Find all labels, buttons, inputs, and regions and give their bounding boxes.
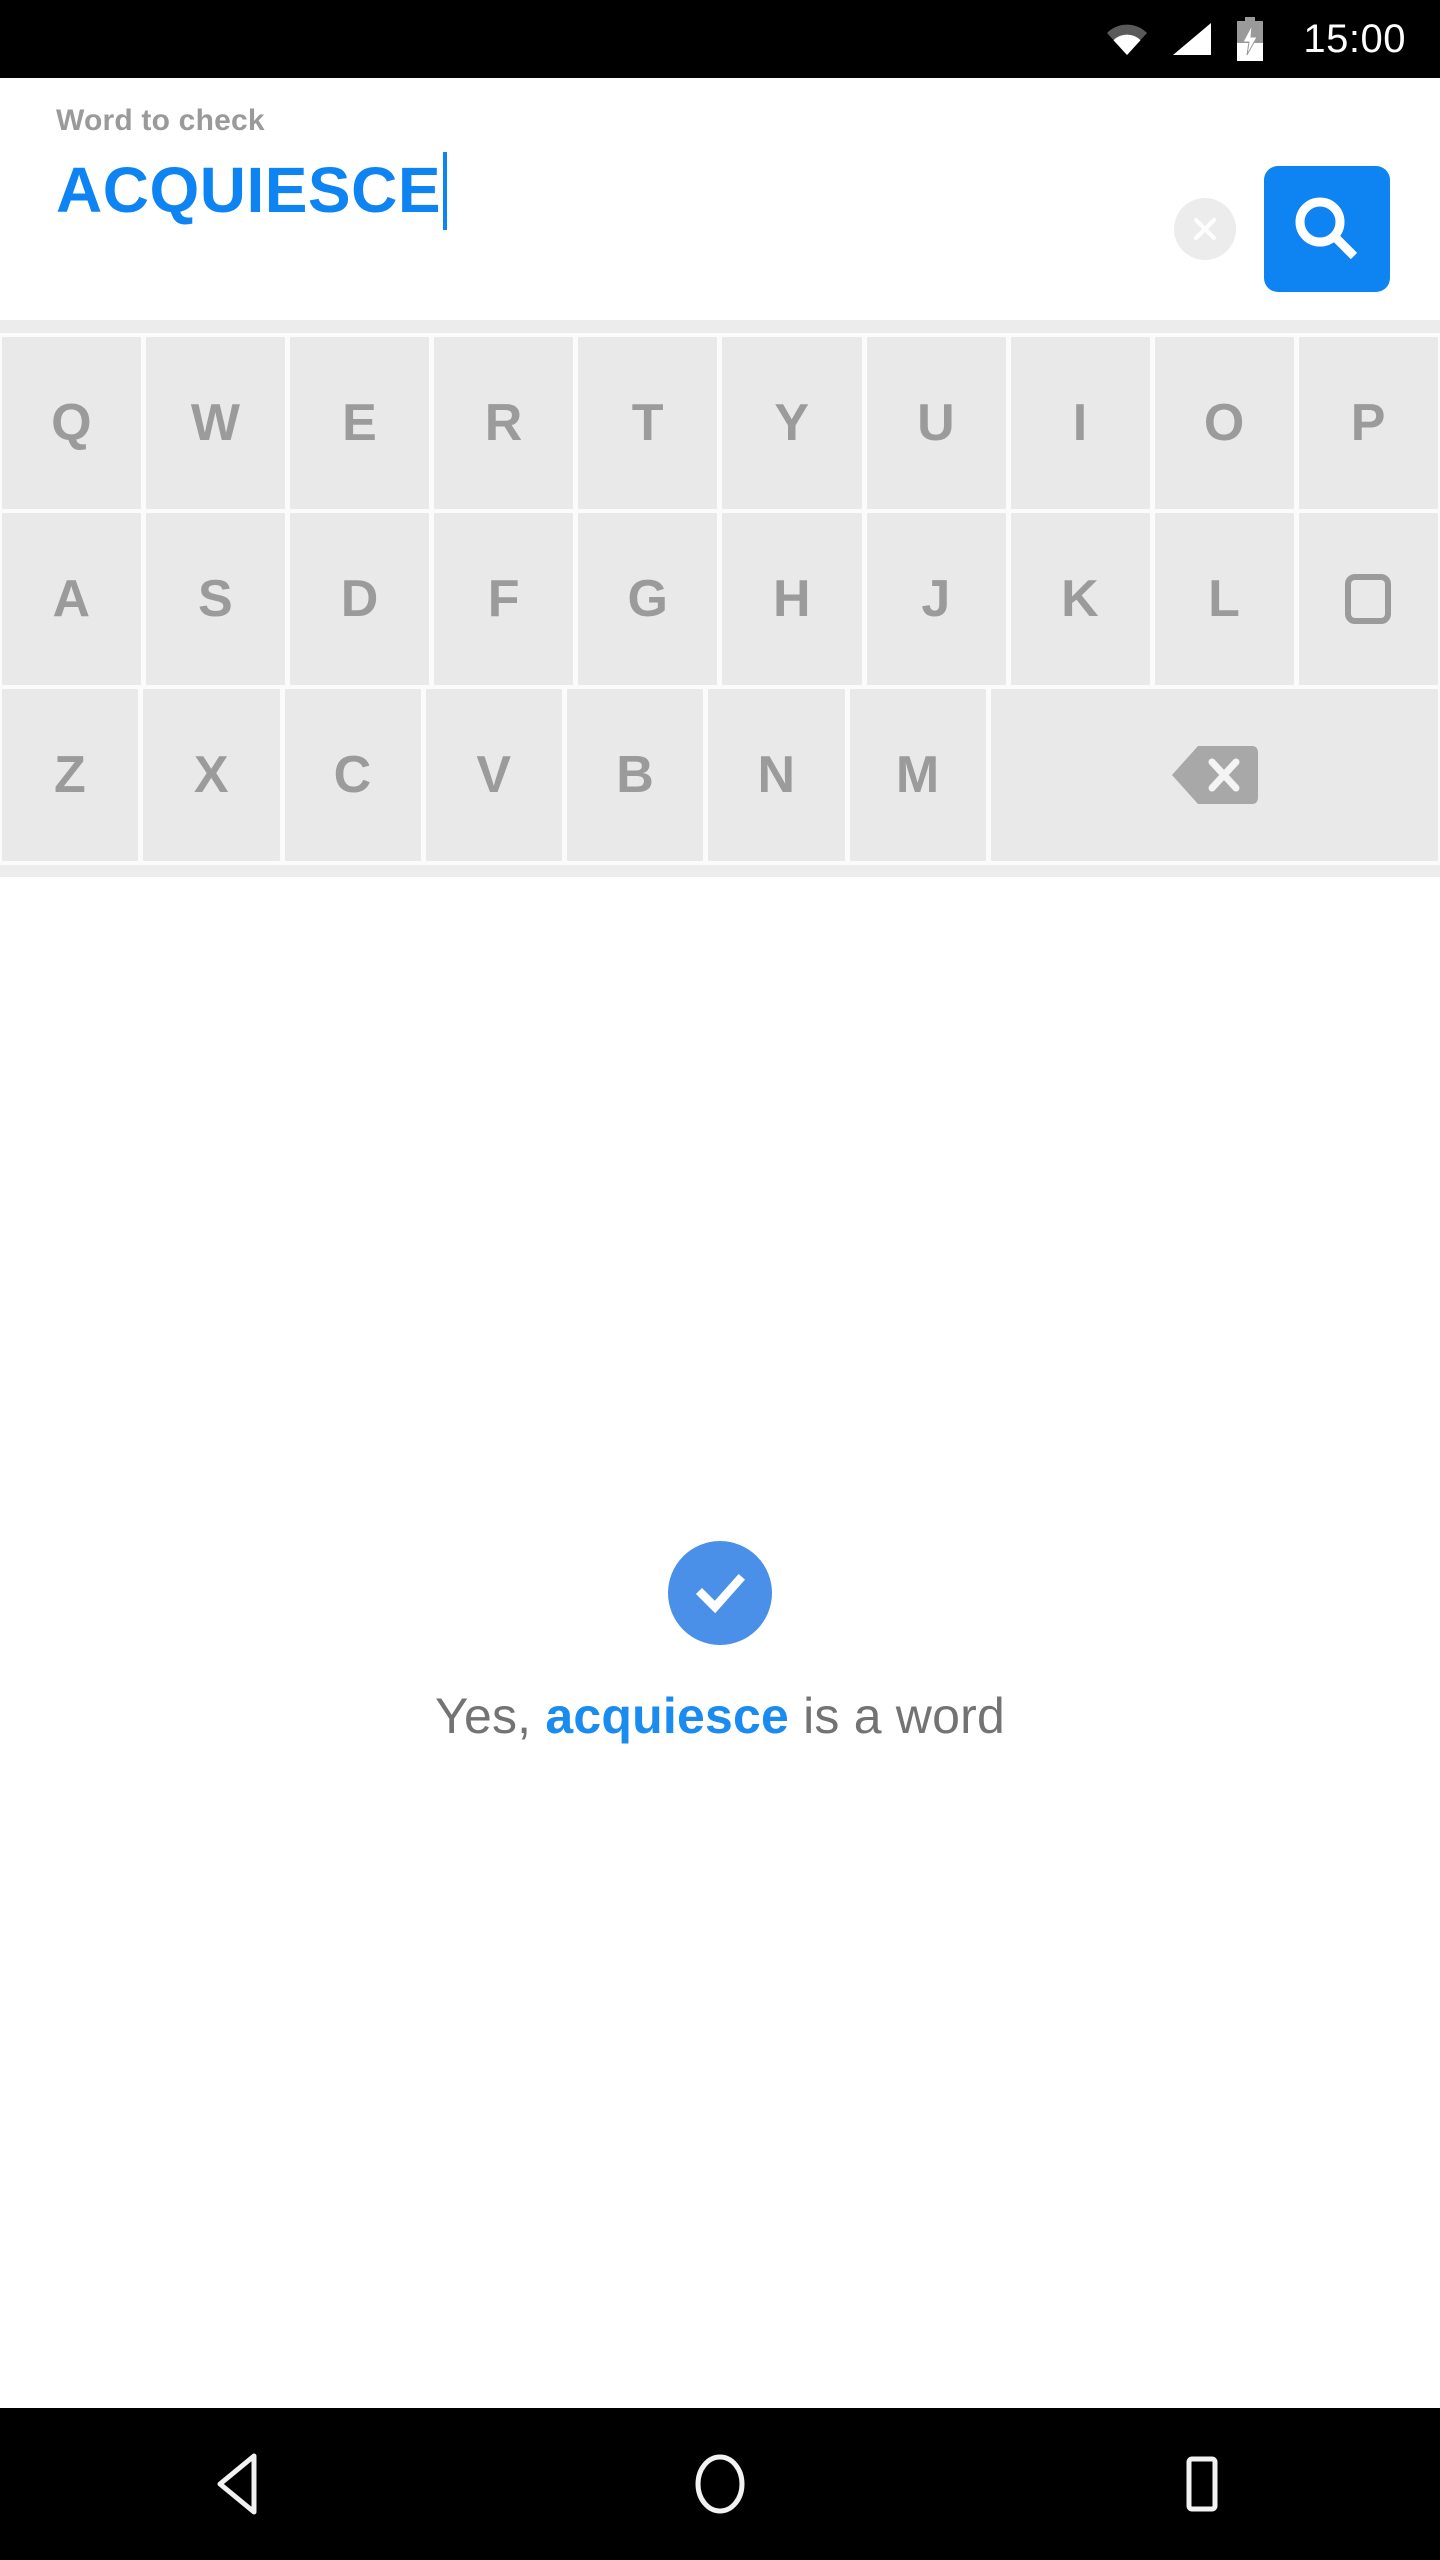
search-header: Word to check ACQUIESCE — [0, 78, 1440, 320]
result-message: Yes, acquiesce is a word — [435, 1687, 1005, 1745]
nav-back-button[interactable] — [160, 2408, 320, 2560]
nav-home-button[interactable] — [640, 2408, 800, 2560]
backspace-icon — [1170, 742, 1259, 808]
check-circle-icon — [689, 1562, 751, 1624]
key-h[interactable]: H — [722, 513, 862, 685]
key-r[interactable]: R — [434, 337, 574, 509]
key-k[interactable]: K — [1010, 513, 1150, 685]
key-j[interactable]: J — [866, 513, 1006, 685]
key-x[interactable]: X — [143, 689, 280, 861]
result-text-before: Yes, — [435, 1687, 546, 1744]
key-v[interactable]: V — [425, 689, 563, 861]
key-z[interactable]: Z — [2, 689, 139, 861]
text-caret — [443, 152, 447, 230]
close-circle-icon — [1188, 212, 1222, 246]
word-input-label: Word to check — [56, 104, 265, 137]
key-o[interactable]: O — [1154, 337, 1294, 509]
keyboard-bottom-divider — [0, 865, 1440, 877]
rounded-square-icon — [1342, 571, 1394, 627]
nav-recents-button[interactable] — [1120, 2408, 1280, 2560]
keyboard-row-3: Z X C V B N M — [0, 689, 1440, 865]
clear-button[interactable] — [1174, 198, 1236, 260]
key-n[interactable]: N — [708, 689, 845, 861]
key-m[interactable]: M — [849, 689, 986, 861]
keyboard-row-2: A S D F G H J K L — [0, 513, 1440, 689]
key-u[interactable]: U — [866, 337, 1006, 509]
key-f[interactable]: F — [434, 513, 574, 685]
key-p[interactable]: P — [1298, 337, 1438, 509]
key-l[interactable]: L — [1154, 513, 1294, 685]
android-navigation-bar — [0, 2408, 1440, 2560]
status-bar: 15:00 — [0, 0, 1440, 78]
word-input-value-row[interactable]: ACQUIESCE — [56, 152, 1174, 230]
result-area: Yes, acquiesce is a word — [0, 877, 1440, 2408]
result-text-after: is a word — [789, 1687, 1005, 1744]
status-badge — [668, 1540, 772, 1645]
key-w[interactable]: W — [146, 337, 286, 509]
virtual-keyboard: Q W E R T Y U I O P A S D F G H J K L Z … — [0, 333, 1440, 865]
result-word: acquiesce — [545, 1687, 789, 1744]
back-triangle-icon — [210, 2451, 270, 2517]
key-t[interactable]: T — [578, 337, 718, 509]
status-bar-clock: 15:00 — [1303, 16, 1406, 61]
word-input-value[interactable]: ACQUIESCE — [56, 157, 441, 224]
wifi-icon — [1105, 21, 1149, 57]
search-button[interactable] — [1264, 166, 1390, 292]
key-q[interactable]: Q — [2, 337, 142, 509]
word-input-container[interactable]: Word to check ACQUIESCE — [0, 78, 1174, 230]
key-y[interactable]: Y — [722, 337, 862, 509]
recents-square-icon — [1174, 2453, 1226, 2515]
key-b[interactable]: B — [567, 689, 704, 861]
key-blank-square[interactable] — [1298, 513, 1438, 685]
keyboard-top-divider — [0, 320, 1440, 333]
header-actions — [1174, 78, 1440, 292]
key-i[interactable]: I — [1010, 337, 1150, 509]
key-e[interactable]: E — [290, 337, 430, 509]
key-s[interactable]: S — [146, 513, 286, 685]
key-backspace[interactable] — [990, 689, 1438, 861]
status-bar-icons: 15:00 — [1105, 17, 1406, 62]
search-icon — [1288, 190, 1366, 268]
cellular-signal-icon — [1171, 21, 1213, 57]
home-circle-icon — [689, 2451, 751, 2517]
battery-charging-icon — [1235, 17, 1265, 61]
key-c[interactable]: C — [284, 689, 421, 861]
key-d[interactable]: D — [290, 513, 430, 685]
key-a[interactable]: A — [2, 513, 142, 685]
keyboard-row-1: Q W E R T Y U I O P — [0, 337, 1440, 513]
key-g[interactable]: G — [578, 513, 718, 685]
